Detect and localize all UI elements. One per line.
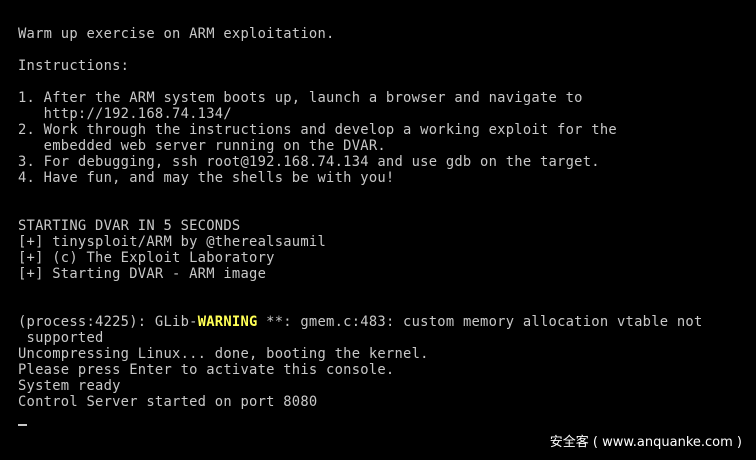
status-line: Please press Enter to activate this cons… [18,362,395,378]
text-cursor [18,424,27,426]
watermark: 安全客 ( www.anquanke.com ) [549,435,742,450]
instruction-line: 1. After the ARM system boots up, launch… [18,90,583,106]
boot-line: [+] tinysploit/ARM by @therealsaumil [18,234,327,250]
boot-line: [+] (c) The Exploit Laboratory [18,250,275,266]
status-line: System ready [18,378,121,394]
status-line: Uncompressing Linux... done, booting the… [18,346,429,362]
instructions-heading: Instructions: [18,58,130,74]
boot-line: STARTING DVAR IN 5 SECONDS [18,218,241,234]
warning-level: WARNING [197,314,258,330]
title-line: Warm up exercise on ARM exploitation. [18,26,335,42]
glib-warning-line: (process:4225): GLib-WARNING **: gmem.c:… [18,314,703,330]
instruction-line: http://192.168.74.134/ [18,106,232,122]
status-line: Control Server started on port 8080 [18,394,318,410]
instruction-line: 3. For debugging, ssh root@192.168.74.13… [18,154,600,170]
warning-prefix: (process:4225): GLib- [18,314,198,330]
terminal-console[interactable]: Warm up exercise on ARM exploitation. In… [0,0,756,460]
instruction-line: embedded web server running on the DVAR. [18,138,386,154]
instruction-line: 4. Have fun, and may the shells be with … [18,170,395,186]
boot-line: [+] Starting DVAR - ARM image [18,266,267,282]
instruction-line: 2. Work through the instructions and dev… [18,122,617,138]
warning-suffix: **: gmem.c:483: custom memory allocation… [257,314,703,330]
warning-continuation: supported [18,330,104,346]
